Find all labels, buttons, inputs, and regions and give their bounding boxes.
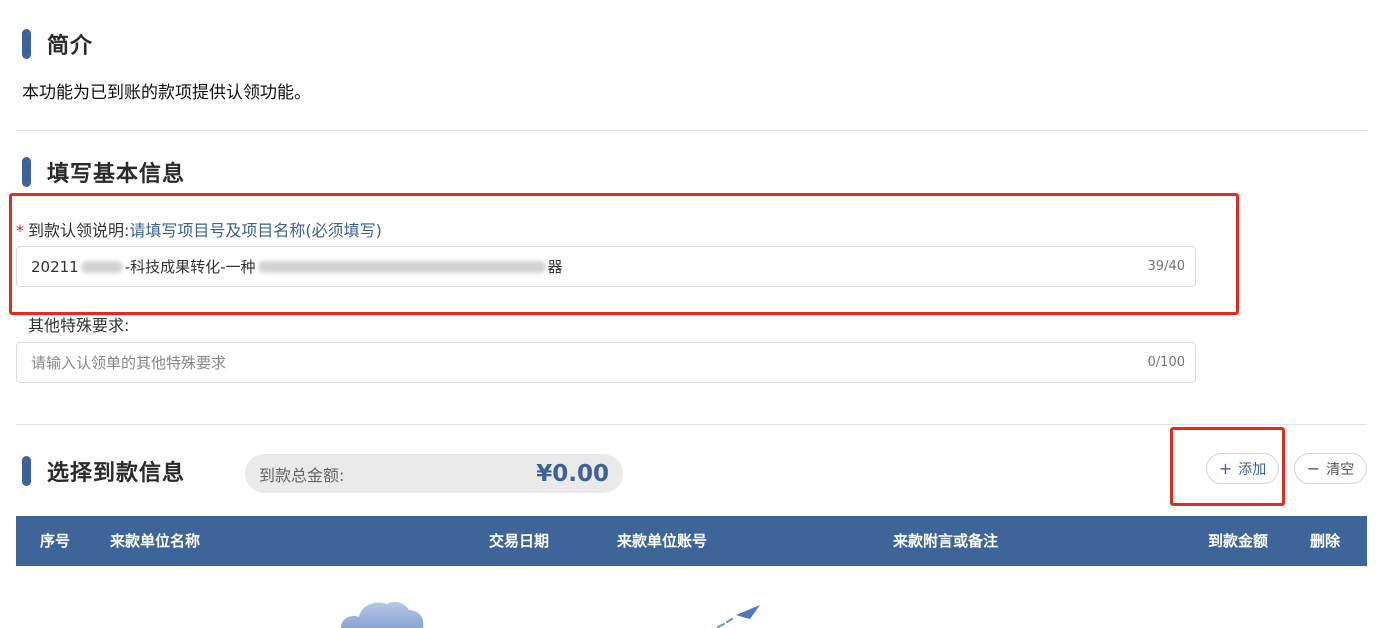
total-value: ¥0.00 bbox=[536, 460, 609, 487]
col-payer-account: 来款单位账号 bbox=[617, 532, 708, 550]
total-amount-pill: 到款总金额: ¥0.00 bbox=[245, 454, 623, 493]
section-marker bbox=[22, 456, 31, 486]
col-remark: 来款附言或备注 bbox=[893, 532, 999, 550]
section-marker bbox=[22, 157, 31, 187]
highlight-box bbox=[9, 193, 1239, 315]
highlight-box bbox=[1170, 427, 1285, 506]
clear-button[interactable]: − 清空 bbox=[1294, 453, 1367, 484]
table-header: 序号 来款单位名称 交易日期 来款单位账号 来款附言或备注 到款金额 删除 bbox=[16, 516, 1367, 566]
basic-info-title: 填写基本信息 bbox=[47, 162, 186, 187]
col-date: 交易日期 bbox=[489, 532, 550, 550]
col-delete: 删除 bbox=[1310, 532, 1341, 550]
payments-title: 选择到款信息 bbox=[47, 461, 186, 486]
special-requirements-input[interactable]: 请输入认领单的其他特殊要求 0/100 bbox=[16, 342, 1196, 383]
intro-text: 本功能为已到账的款项提供认领功能。 bbox=[22, 83, 311, 103]
basic-info-section-title: 填写基本信息 bbox=[22, 156, 185, 188]
special-counter: 0/100 bbox=[1147, 355, 1185, 370]
cloud-icon bbox=[341, 602, 424, 628]
minus-icon: − bbox=[1306, 458, 1321, 478]
col-amount: 到款金额 bbox=[1208, 532, 1269, 550]
divider bbox=[16, 130, 1367, 131]
divider bbox=[16, 424, 1367, 425]
intro-section-title: 简介 bbox=[22, 28, 93, 60]
payments-section-title: 选择到款信息 bbox=[22, 455, 185, 487]
paper-plane-icon bbox=[717, 605, 760, 628]
special-label: 其他特殊要求: bbox=[28, 316, 130, 335]
intro-title: 简介 bbox=[47, 34, 94, 59]
col-index: 序号 bbox=[40, 532, 71, 550]
total-label: 到款总金额: bbox=[259, 465, 345, 485]
clear-label: 清空 bbox=[1326, 461, 1355, 478]
col-payer-name: 来款单位名称 bbox=[110, 532, 201, 550]
special-placeholder: 请输入认领单的其他特殊要求 bbox=[31, 354, 227, 372]
section-marker bbox=[22, 29, 31, 59]
